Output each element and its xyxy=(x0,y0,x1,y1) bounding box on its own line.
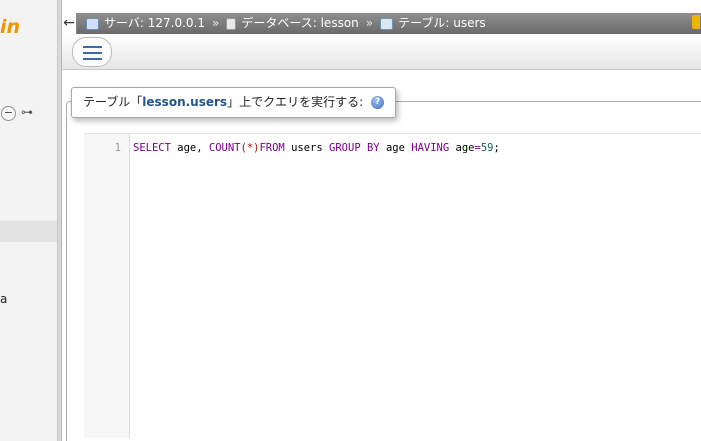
breadcrumb: サーバ: 127.0.0.1 » データベース: lesson » テーブル: … xyxy=(86,13,486,34)
server-icon xyxy=(86,17,99,30)
nav-partial-text[interactable]: a xyxy=(0,292,7,306)
legend-prefix: テーブル「 xyxy=(83,95,143,109)
breadcrumb-separator: » xyxy=(212,16,220,30)
sql-keyword-group: GROUP xyxy=(329,142,361,154)
breadcrumb-database-label: データベース: lesson xyxy=(241,16,359,30)
sql-column: age xyxy=(455,142,475,154)
hamburger-menu-icon[interactable] xyxy=(72,37,112,67)
sql-operator-star: (*) xyxy=(240,142,260,154)
hamburger-line xyxy=(83,58,102,60)
table-icon xyxy=(380,17,394,30)
database-icon xyxy=(226,17,237,30)
logo-fragment: in xyxy=(0,16,21,38)
sql-keyword-by: BY xyxy=(366,142,380,154)
link-with-main-panel-icon[interactable]: ⊶ xyxy=(21,105,33,119)
sql-function-count: COUNT xyxy=(208,142,241,154)
line-number: 1 xyxy=(114,142,121,154)
sql-editor[interactable]: 1 SELECT age, COUNT(*)FROM users GROUP B… xyxy=(84,133,701,438)
phpmyadmin-window: in − ⊶ a ← サーバ: 127.0.0.1 » データベース: less… xyxy=(0,0,701,441)
sql-table-name: users xyxy=(291,142,323,154)
query-panel-legend: テーブル「 lesson.users 」上でクエリを実行する: ? xyxy=(71,87,397,118)
line-number-gutter: 1 xyxy=(84,134,130,438)
sql-keyword-from: FROM xyxy=(259,142,285,154)
legend-table-link[interactable]: lesson.users xyxy=(142,88,227,117)
sql-semicolon: ; xyxy=(493,142,500,154)
breadcrumb-database[interactable]: データベース: lesson xyxy=(226,13,359,34)
breadcrumb-table[interactable]: テーブル: users xyxy=(380,13,486,34)
breadcrumb-separator: » xyxy=(365,16,374,30)
breadcrumb-server[interactable]: サーバ: 127.0.0.1 xyxy=(86,13,205,34)
nav-highlight-row[interactable] xyxy=(0,221,57,242)
back-arrow-icon[interactable]: ← xyxy=(62,13,77,34)
sql-column: age, xyxy=(177,142,203,154)
legend-suffix: 」上でクエリを実行する: xyxy=(227,95,364,109)
sql-column: age xyxy=(385,142,405,154)
menu-bar xyxy=(62,34,701,70)
lock-icon[interactable] xyxy=(692,15,700,29)
sql-query-text[interactable]: SELECT age, COUNT(*)FROM users GROUP BY … xyxy=(133,142,500,154)
breadcrumb-table-label: テーブル: users xyxy=(398,16,486,30)
navigation-panel: in − ⊶ a xyxy=(0,0,58,441)
sql-keyword-having: HAVING xyxy=(411,142,450,154)
hamburger-line xyxy=(83,46,102,48)
sql-keyword-select: SELECT xyxy=(133,142,171,154)
hamburger-line xyxy=(83,52,102,54)
breadcrumb-bar: ← サーバ: 127.0.0.1 » データベース: lesson » テーブル… xyxy=(62,13,701,34)
main-content: テーブル「 lesson.users 」上でクエリを実行する: ? 1 SELE… xyxy=(62,71,701,441)
sql-number: 59 xyxy=(480,142,494,154)
breadcrumb-server-label: サーバ: 127.0.0.1 xyxy=(104,16,205,30)
help-icon[interactable]: ? xyxy=(371,96,385,109)
collapse-all-button[interactable]: − xyxy=(1,106,16,121)
